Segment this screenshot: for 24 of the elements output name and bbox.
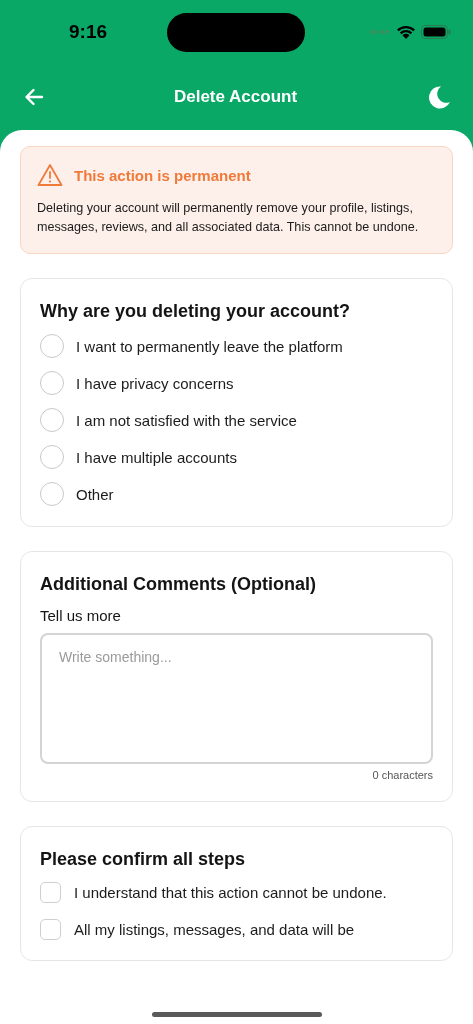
- battery-icon: [421, 25, 451, 39]
- reason-option[interactable]: I am not satisfied with the service: [40, 408, 433, 432]
- reason-option[interactable]: I want to permanently leave the platform: [40, 334, 433, 358]
- screen-title: Delete Account: [173, 87, 298, 107]
- warning-icon: [37, 163, 63, 187]
- warning-title: This action is permanent: [74, 166, 251, 184]
- reason-option[interactable]: I have multiple accounts: [40, 445, 433, 469]
- confirm-step[interactable]: I understand that this action cannot be undone.: [40, 882, 433, 903]
- field-label: Tell us more: [40, 607, 122, 624]
- status-time: 9:16: [69, 21, 109, 43]
- signal-icon: [369, 29, 391, 35]
- confirm-step[interactable]: All my listings, messages, and data will be: [40, 919, 433, 940]
- character-counter: 0 characters: [372, 769, 433, 781]
- reason-option[interactable]: I have privacy concerns: [40, 371, 433, 395]
- checkbox[interactable]: [40, 882, 61, 903]
- wifi-icon: [396, 24, 416, 40]
- back-button[interactable]: [22, 86, 46, 108]
- section-title: Why are you deleting your account?: [40, 301, 352, 322]
- comment-field[interactable]: Write something...: [40, 633, 433, 764]
- section-title: Please confirm all steps: [40, 849, 247, 870]
- warning-text: Deleting your account will permanently remove your profile, listings, messages, reviews, and all associated data. This cannot be undone.: [37, 200, 420, 236]
- section-title: Additional Comments (Optional): [40, 574, 317, 595]
- reason-option[interactable]: Other: [40, 482, 433, 506]
- checkbox[interactable]: [40, 919, 61, 940]
